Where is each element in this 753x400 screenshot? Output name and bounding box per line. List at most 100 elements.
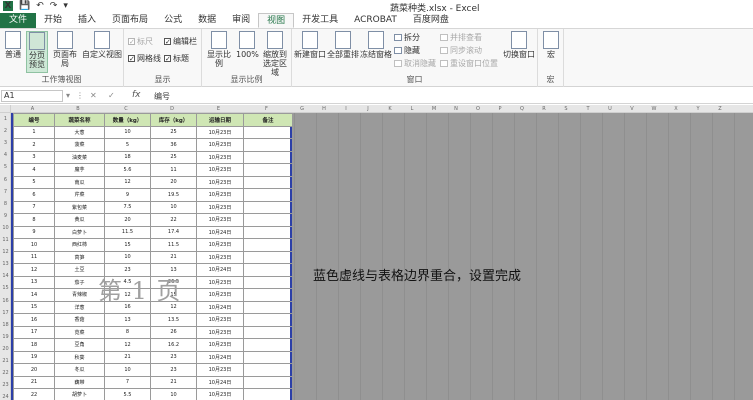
cell[interactable]: 1 [13, 125, 55, 139]
tab-home[interactable]: 开始 [36, 13, 70, 28]
row-header[interactable]: 20 [0, 346, 11, 352]
cell[interactable]: 20 [104, 213, 151, 227]
cell[interactable] [243, 363, 293, 377]
cell[interactable]: 大葱 [54, 125, 105, 139]
cell[interactable]: 5.6 [104, 163, 151, 177]
cell[interactable]: 10 [150, 200, 197, 214]
new-window-button[interactable]: 新建窗口 [294, 31, 326, 59]
column-header[interactable]: H [313, 105, 335, 113]
column-header[interactable]: I [335, 105, 357, 113]
row-header[interactable]: 16 [0, 298, 11, 304]
cell[interactable]: 21 [150, 375, 197, 389]
name-box-dropdown-icon[interactable]: ▾ [66, 91, 70, 100]
cell[interactable]: 25 [150, 150, 197, 164]
row-header[interactable]: 23 [0, 382, 11, 388]
cell[interactable]: 豆角 [54, 338, 105, 352]
cell[interactable]: 9 [13, 225, 55, 239]
column-header[interactable]: R [533, 105, 555, 113]
cell[interactable] [243, 138, 293, 152]
cell[interactable]: 7 [104, 375, 151, 389]
split-button[interactable]: 拆分 [394, 32, 420, 42]
cell[interactable]: 10月23日 [196, 313, 244, 327]
cell[interactable]: 青辣椒 [54, 288, 105, 302]
macros-button[interactable]: 宏 [541, 31, 561, 59]
view-side-by-side-button[interactable]: 并排查看 [440, 32, 482, 42]
cell[interactable]: 12 [104, 175, 151, 189]
cell[interactable]: 黄瓜 [54, 213, 105, 227]
cell[interactable]: 23 [150, 363, 197, 377]
header-cell[interactable]: 备注 [243, 113, 293, 127]
row-header[interactable]: 4 [0, 152, 11, 158]
page-layout-view-button[interactable]: 页面布局 [50, 31, 80, 68]
row-header[interactable]: 13 [0, 261, 11, 267]
cell[interactable]: 10 [13, 238, 55, 252]
cell[interactable]: 7 [13, 200, 55, 214]
cell[interactable]: 菠菜 [54, 138, 105, 152]
cell[interactable]: 9 [104, 188, 151, 202]
cell[interactable]: 20 [150, 175, 197, 189]
cell[interactable]: 苋菜 [54, 325, 105, 339]
cell[interactable] [243, 213, 293, 227]
cell[interactable]: 11.5 [104, 225, 151, 239]
arrange-all-button[interactable]: 全部重排 [327, 31, 359, 59]
enter-icon[interactable]: ✓ [108, 91, 115, 100]
cell[interactable]: 11.5 [150, 238, 197, 252]
cell[interactable]: 19.5 [150, 188, 197, 202]
cell[interactable] [243, 188, 293, 202]
cell[interactable]: 10月23日 [196, 388, 244, 400]
tab-insert[interactable]: 插入 [70, 13, 104, 28]
column-header[interactable]: A [12, 105, 53, 113]
save-icon[interactable]: 💾 [19, 1, 30, 11]
column-header[interactable]: W [643, 105, 665, 113]
cell[interactable]: 15 [13, 300, 55, 314]
row-header[interactable]: 2 [0, 128, 11, 134]
gridlines-checkbox[interactable]: ✓ 网格线 [128, 53, 161, 63]
row-header[interactable]: 5 [0, 164, 11, 170]
cell[interactable]: 16 [13, 313, 55, 327]
cell[interactable]: 36 [150, 138, 197, 152]
column-header[interactable]: L [401, 105, 423, 113]
cell[interactable]: 10 [150, 388, 197, 400]
cell[interactable]: 22 [150, 213, 197, 227]
cell[interactable]: 10月24日 [196, 263, 244, 277]
row-header[interactable]: 19 [0, 334, 11, 340]
custom-views-button[interactable]: 自定义视图 [82, 31, 122, 59]
tab-view[interactable]: 视图 [258, 13, 295, 28]
headings-checkbox[interactable]: ✓ 标题 [164, 53, 189, 63]
cell[interactable]: 10月23日 [196, 163, 244, 177]
header-cell[interactable]: 库存（kg） [150, 113, 197, 127]
select-all-corner[interactable] [0, 105, 11, 113]
cell[interactable]: 11 [150, 163, 197, 177]
cell[interactable]: 10月24日 [196, 225, 244, 239]
column-header[interactable]: E [195, 105, 242, 113]
header-cell[interactable]: 蔬菜名称 [54, 113, 105, 127]
cell[interactable]: 19 [13, 350, 55, 364]
tab-formulas[interactable]: 公式 [156, 13, 190, 28]
formula-input[interactable]: 编号 [154, 91, 170, 102]
column-header[interactable]: V [621, 105, 643, 113]
cell[interactable]: 洋葱 [54, 300, 105, 314]
cell[interactable]: 10月23日 [196, 275, 244, 289]
cell[interactable] [243, 300, 293, 314]
freeze-panes-button[interactable]: 冻结窗格 [360, 31, 392, 59]
row-header[interactable]: 1 [0, 116, 11, 122]
cell[interactable]: 2 [13, 138, 55, 152]
cell[interactable]: 莴笋 [54, 250, 105, 264]
cell[interactable] [243, 175, 293, 189]
column-header[interactable]: U [599, 105, 621, 113]
row-header[interactable]: 9 [0, 213, 11, 219]
cell[interactable]: 13 [13, 275, 55, 289]
cell[interactable]: 17 [13, 325, 55, 339]
sync-scrolling-button[interactable]: 同步滚动 [440, 45, 482, 55]
cell[interactable] [243, 225, 293, 239]
cell[interactable]: 10 [104, 125, 151, 139]
cell[interactable]: 魔芋 [54, 163, 105, 177]
cell[interactable]: 10月23日 [196, 338, 244, 352]
cell[interactable]: 15 [104, 238, 151, 252]
cell[interactable]: 10月24日 [196, 350, 244, 364]
tab-baidu-netdisk[interactable]: 百度网盘 [405, 13, 457, 28]
row-header[interactable]: 8 [0, 201, 11, 207]
column-header[interactable]: X [665, 105, 687, 113]
header-cell[interactable]: 数量（kg） [104, 113, 151, 127]
cell[interactable]: 3 [13, 150, 55, 164]
